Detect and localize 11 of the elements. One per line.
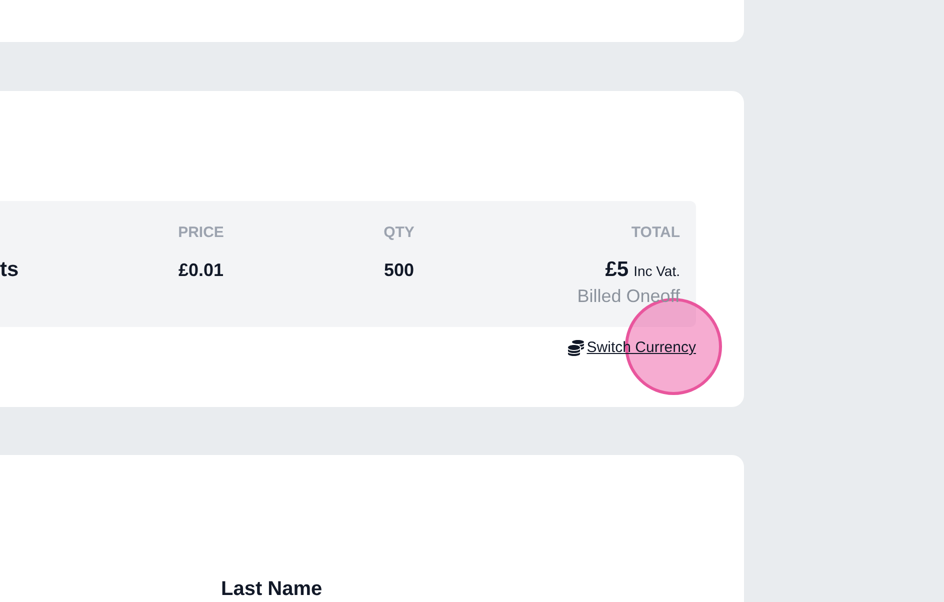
price-value: £0.01	[178, 260, 224, 280]
column-header: PRICE	[178, 224, 224, 241]
total-value: £5	[605, 257, 629, 283]
column-header: TOTAL	[631, 224, 680, 241]
vat-note: Inc Vat.	[634, 262, 680, 281]
billing-frequency: Billed Oneoff	[577, 285, 680, 308]
field-label: Last Name	[221, 578, 322, 600]
quantity-value: 500	[384, 260, 414, 280]
product-name: ts	[0, 258, 19, 281]
column-header: QTY	[384, 224, 414, 241]
coins-icon	[568, 340, 584, 356]
